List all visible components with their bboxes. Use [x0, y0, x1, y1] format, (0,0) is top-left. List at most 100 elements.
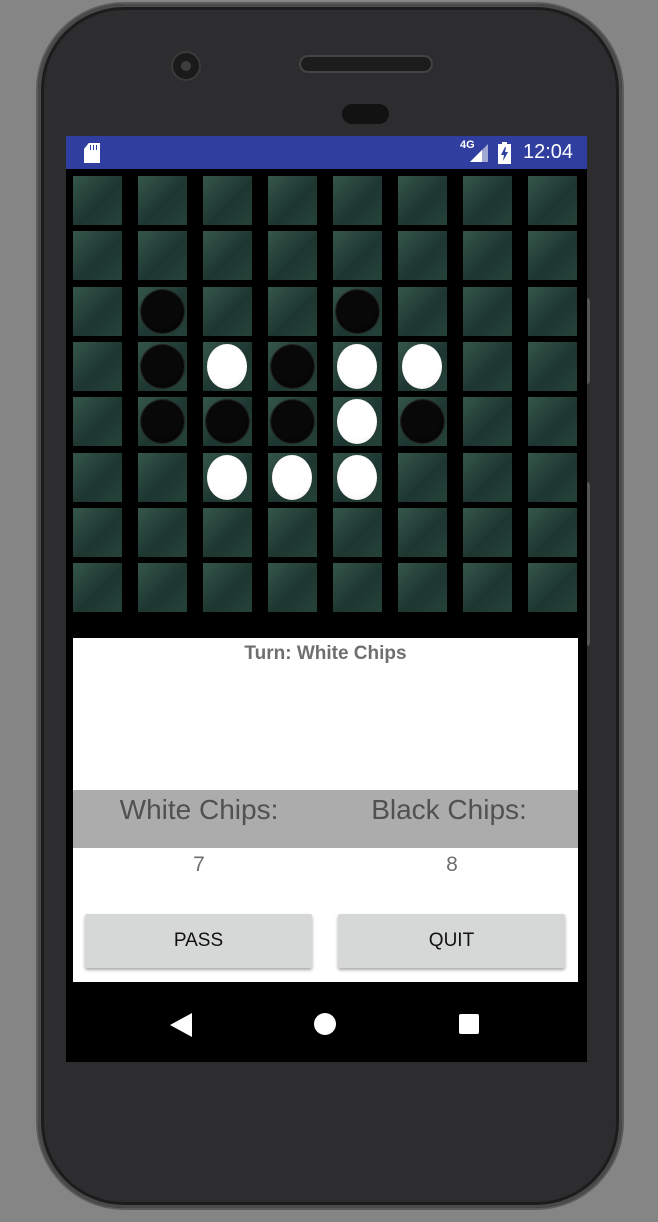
board-cell[interactable] — [268, 341, 317, 391]
board-cell[interactable] — [398, 341, 447, 391]
status-bar: 4G 12:04 — [66, 136, 587, 169]
board-cell[interactable] — [138, 341, 187, 391]
board-cell[interactable] — [73, 286, 122, 336]
board-cell[interactable] — [73, 452, 122, 502]
white-chips-label: White Chips: — [119, 794, 279, 825]
game-panel: Turn: White Chips White Chips: Black Chi… — [73, 638, 578, 982]
board-cell[interactable] — [73, 507, 122, 557]
board-cell[interactable] — [528, 341, 577, 391]
board-cell[interactable] — [528, 231, 577, 281]
board-cell[interactable] — [138, 507, 187, 557]
board-cell[interactable] — [268, 286, 317, 336]
turn-indicator: Turn: White Chips — [244, 643, 407, 664]
board-cell[interactable] — [73, 397, 122, 447]
board-cell[interactable] — [398, 231, 447, 281]
black-chips-label: Black Chips: — [371, 794, 527, 825]
quit-button[interactable]: QUIT — [338, 914, 565, 968]
board-cell[interactable] — [333, 452, 382, 502]
board-cell[interactable] — [73, 231, 122, 281]
board-cell[interactable] — [268, 507, 317, 557]
board-cell[interactable] — [203, 286, 252, 336]
black-chip — [141, 289, 184, 333]
recent-apps-icon[interactable] — [459, 1014, 479, 1034]
board-cell[interactable] — [333, 563, 382, 613]
clock: 12:04 — [523, 141, 574, 163]
board-cell[interactable] — [203, 507, 252, 557]
board-cell[interactable] — [528, 176, 577, 225]
board-cell[interactable] — [333, 397, 382, 447]
board-cell[interactable] — [398, 286, 447, 336]
navigation-bar — [66, 986, 587, 1062]
black-chip — [141, 344, 184, 388]
board-cell[interactable] — [268, 231, 317, 281]
board-cell[interactable] — [463, 563, 512, 613]
board-cell[interactable] — [463, 341, 512, 391]
board-cell[interactable] — [463, 231, 512, 281]
board-cell[interactable] — [463, 452, 512, 502]
board-cell[interactable] — [203, 341, 252, 391]
white-chip — [207, 454, 247, 500]
white-chip — [337, 454, 377, 500]
board-cell[interactable] — [333, 231, 382, 281]
black-chip — [336, 289, 379, 333]
white-chip — [207, 343, 247, 389]
board-cell[interactable] — [463, 507, 512, 557]
board-cell[interactable] — [398, 397, 447, 447]
board-cell[interactable] — [463, 176, 512, 225]
pass-button[interactable]: PASS — [85, 914, 312, 968]
game-board — [72, 176, 578, 616]
front-camera — [173, 53, 199, 79]
battery-charging-icon — [498, 142, 511, 164]
board-cell[interactable] — [203, 452, 252, 502]
proximity-sensor — [342, 104, 389, 124]
board-cell[interactable] — [398, 507, 447, 557]
board-cell[interactable] — [138, 286, 187, 336]
board-cell[interactable] — [333, 286, 382, 336]
back-icon[interactable] — [170, 1013, 192, 1037]
earpiece-speaker — [301, 57, 431, 71]
board-cell[interactable] — [463, 286, 512, 336]
chip-count-header: White Chips: Black Chips: — [73, 790, 578, 848]
board-cell[interactable] — [138, 452, 187, 502]
board-cell[interactable] — [73, 341, 122, 391]
board-cell[interactable] — [138, 176, 187, 225]
board-cell[interactable] — [268, 563, 317, 613]
black-chip — [271, 400, 314, 444]
board-cell[interactable] — [528, 286, 577, 336]
white-chip — [272, 454, 312, 500]
white-chip — [337, 399, 377, 445]
board-cell[interactable] — [528, 452, 577, 502]
white-chips-count: 7 — [193, 853, 205, 876]
board-cell[interactable] — [268, 176, 317, 225]
black-chip — [401, 400, 444, 444]
board-cell[interactable] — [398, 452, 447, 502]
board-cell[interactable] — [203, 397, 252, 447]
board-cell[interactable] — [73, 176, 122, 225]
signal-icon — [470, 144, 488, 162]
board-cell[interactable] — [203, 231, 252, 281]
board-cell[interactable] — [203, 563, 252, 613]
board-cell[interactable] — [268, 452, 317, 502]
board-cell[interactable] — [203, 176, 252, 225]
board-cell[interactable] — [333, 341, 382, 391]
board-cell[interactable] — [333, 507, 382, 557]
board-cell[interactable] — [528, 563, 577, 613]
board-cell[interactable] — [528, 397, 577, 447]
board-cell[interactable] — [398, 563, 447, 613]
white-chip — [337, 343, 377, 389]
board-cell[interactable] — [528, 507, 577, 557]
board-cell[interactable] — [138, 397, 187, 447]
black-chip — [271, 344, 314, 388]
board-cell[interactable] — [463, 397, 512, 447]
board-cell[interactable] — [268, 397, 317, 447]
board-cell[interactable] — [333, 176, 382, 225]
home-icon[interactable] — [314, 1013, 336, 1035]
screen: 4G 12:04 Turn: White Chips White Chips: … — [66, 136, 587, 1062]
board-cell[interactable] — [138, 563, 187, 613]
board-cell[interactable] — [138, 231, 187, 281]
black-chip — [206, 400, 249, 444]
board-cell[interactable] — [73, 563, 122, 613]
white-chip — [402, 343, 442, 389]
black-chips-count: 8 — [446, 853, 458, 876]
board-cell[interactable] — [398, 176, 447, 225]
